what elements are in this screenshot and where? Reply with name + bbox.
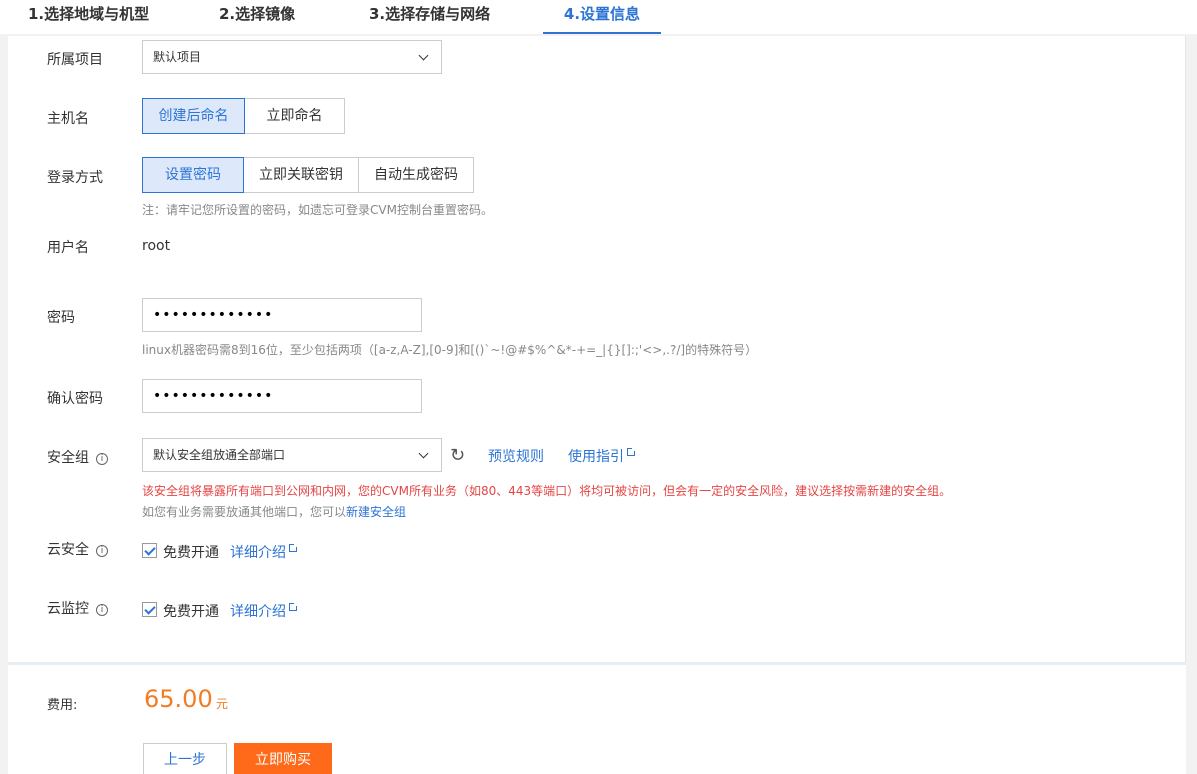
password-input[interactable]: ••••••••••••• [142, 298, 422, 332]
login-option-key[interactable]: 立即关联密钥 [243, 157, 359, 193]
cloud-monitor-checkbox-label[interactable]: 免费开通 [163, 601, 219, 621]
tab-step-1[interactable]: 1.选择地域与机型 [28, 0, 149, 34]
confirm-password-label: 确认密码 [47, 391, 103, 407]
info-icon[interactable]: i [96, 453, 108, 465]
refresh-icon[interactable]: ↻ [450, 445, 465, 466]
username-value: root [142, 238, 171, 254]
login-toggle: 设置密码 立即关联密钥 自动生成密码 [142, 157, 474, 193]
settings-form: 所属项目 默认项目 主机名 创建后命名 立即命名 登录方式 设置密码 立即关联密… [8, 36, 1186, 662]
cloud-monitor-label: 云监控 i [47, 598, 108, 618]
confirm-password-input[interactable]: ••••••••••••• [142, 379, 422, 413]
cloud-security-detail-text: 详细介绍 [230, 545, 286, 561]
project-select[interactable]: 默认项目 [142, 40, 442, 74]
project-select-value: 默认项目 [153, 50, 202, 64]
security-group-label: 安全组 i [47, 447, 108, 467]
fee-label: 费用: [47, 698, 78, 713]
password-label: 密码 [47, 310, 75, 326]
external-link-icon [289, 602, 298, 611]
usage-guide-link-text: 使用指引 [568, 449, 624, 465]
new-security-group-link[interactable]: 新建安全组 [346, 505, 406, 519]
cloud-security-label: 云安全 i [47, 539, 108, 559]
hostname-option-later[interactable]: 创建后命名 [142, 98, 245, 134]
info-icon[interactable]: i [96, 604, 108, 616]
chevron-down-icon [418, 50, 429, 61]
security-group-select[interactable]: 默认安全组放通全部端口 [142, 438, 442, 472]
hostname-label: 主机名 [47, 111, 89, 127]
cloud-monitor-detail-text: 详细介绍 [230, 604, 286, 620]
login-option-auto[interactable]: 自动生成密码 [358, 157, 474, 193]
username-label: 用户名 [47, 240, 89, 256]
external-link-icon [627, 447, 636, 456]
login-label: 登录方式 [47, 170, 103, 186]
buy-now-button[interactable]: 立即购买 [234, 743, 332, 774]
security-group-label-text: 安全组 [47, 450, 89, 466]
cloud-monitor-label-text: 云监控 [47, 601, 89, 617]
tab-step-3[interactable]: 3.选择存储与网络 [369, 0, 490, 34]
cloud-security-checkbox[interactable] [142, 543, 157, 558]
info-icon[interactable]: i [96, 545, 108, 557]
cloud-monitor-checkbox[interactable] [142, 602, 157, 617]
login-option-password[interactable]: 设置密码 [142, 157, 244, 193]
project-label: 所属项目 [47, 52, 103, 68]
usage-guide-link[interactable]: 使用指引 [568, 446, 636, 466]
step-tabs: 1.选择地域与机型 2.选择镜像 3.选择存储与网络 4.设置信息 [0, 0, 1197, 34]
cloud-security-checkbox-label[interactable]: 免费开通 [163, 542, 219, 562]
cloud-monitor-detail-link[interactable]: 详细介绍 [230, 601, 298, 621]
order-footer: 费用: 65.00 元 上一步 立即购买 [8, 662, 1186, 774]
cloud-security-label-text: 云安全 [47, 542, 89, 558]
external-link-icon [289, 543, 298, 552]
previous-step-button[interactable]: 上一步 [143, 743, 227, 774]
security-group-select-value: 默认安全组放通全部端口 [153, 448, 286, 462]
login-hint: 注：请牢记您所设置的密码，如遗忘可登录CVM控制台重置密码。 [142, 203, 493, 217]
cloud-security-detail-link[interactable]: 详细介绍 [230, 542, 298, 562]
hostname-option-now[interactable]: 立即命名 [244, 98, 345, 134]
security-group-note: 如您有业务需要放通其他端口，您可以新建安全组 [142, 503, 406, 520]
tab-step-2[interactable]: 2.选择镜像 [219, 0, 295, 34]
price-value: 65.00 [144, 685, 213, 713]
hostname-toggle: 创建后命名 立即命名 [142, 98, 345, 134]
price-unit: 元 [216, 697, 229, 711]
security-group-warning: 该安全组将暴露所有端口到公网和内网，您的CVM所有业务（如80、443等端口）将… [142, 484, 952, 498]
preview-rules-link[interactable]: 预览规则 [488, 446, 544, 466]
password-hint: linux机器密码需8到16位，至少包括两项（[a-z,A-Z],[0-9]和[… [142, 343, 758, 357]
tab-step-4[interactable]: 4.设置信息 [543, 0, 661, 34]
chevron-down-icon [418, 448, 429, 459]
security-group-note-text: 如您有业务需要放通其他端口，您可以 [142, 505, 347, 519]
